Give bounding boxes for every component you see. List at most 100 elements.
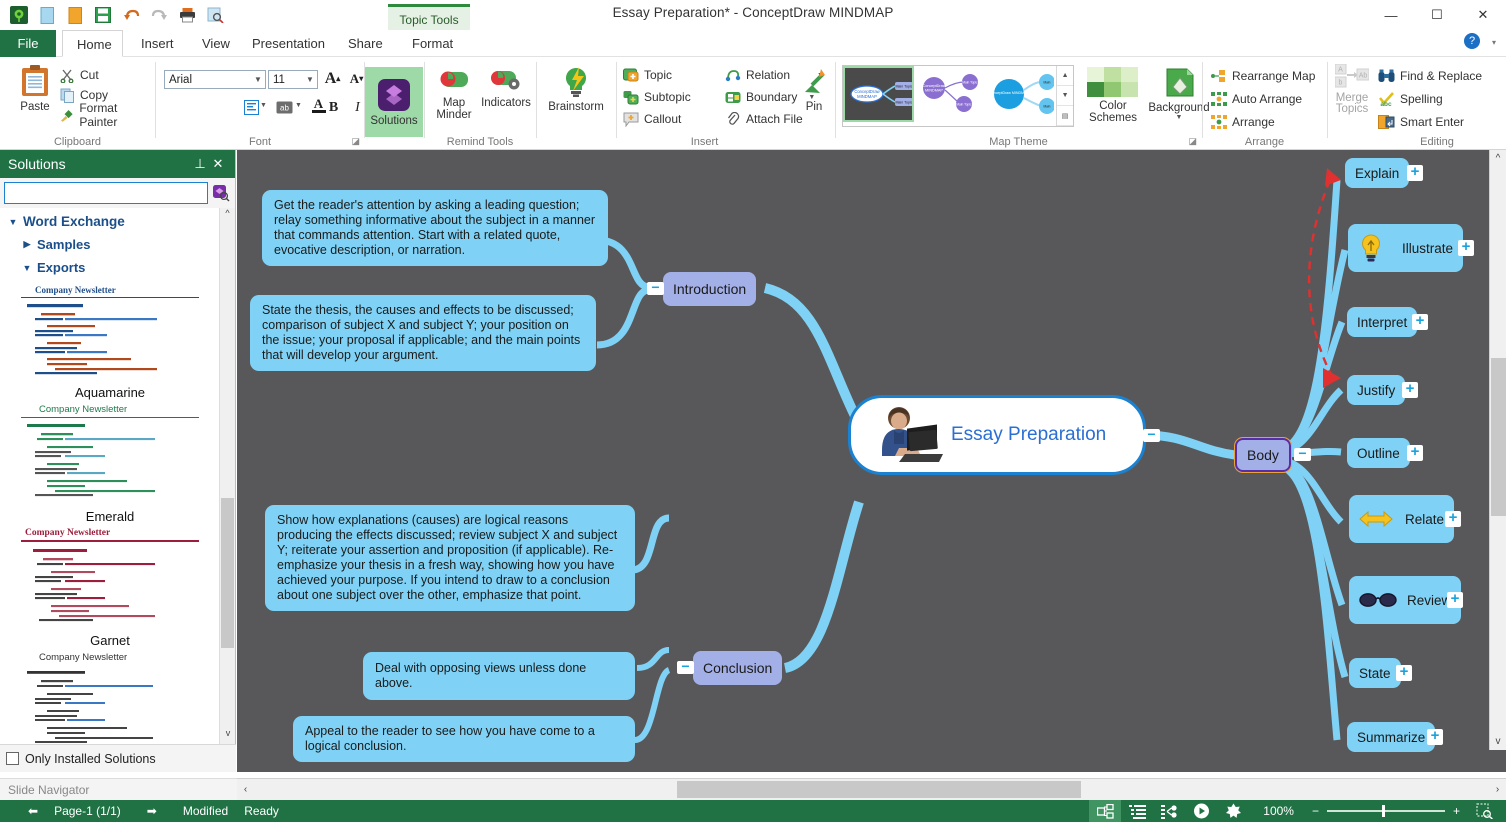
spelling-button[interactable]: abc Spelling [1378, 87, 1482, 110]
subtopic-illustrate[interactable]: Illustrate [1348, 224, 1464, 272]
insert-callout-button[interactable]: Callout [623, 108, 691, 130]
canvas-scroll-right[interactable]: › [1489, 779, 1506, 800]
map-theme-spinner[interactable]: ▲ ▼ ▤ [1056, 66, 1074, 126]
merge-topics-button[interactable]: Ab Ab Merge Topics [1330, 64, 1374, 115]
tab-presentation[interactable]: Presentation [238, 30, 339, 57]
callout-conclusion-1[interactable]: Show how explanations (causes) are logic… [265, 505, 635, 611]
help-icon[interactable]: ? [1464, 33, 1480, 49]
scroll-thumb[interactable] [221, 498, 234, 648]
subtopic-interpret[interactable]: Interpret [1347, 307, 1418, 337]
chevron-down-icon[interactable]: ▾ [1492, 38, 1496, 47]
font-family-combo[interactable]: Arial ▼ [164, 70, 266, 89]
expand-state[interactable]: + [1396, 664, 1412, 681]
callout-conclusion-2[interactable]: Deal with opposing views unless done abo… [363, 652, 635, 700]
font-size-combo[interactable]: 11 ▼ [268, 70, 318, 89]
rearrange-map-button[interactable]: Rearrange Map [1211, 64, 1315, 87]
tab-file[interactable]: File [0, 30, 56, 57]
tree-node-samples[interactable]: ▶ Samples [22, 237, 220, 252]
find-replace-button[interactable]: Find & Replace [1378, 64, 1482, 87]
collapse-conclusion[interactable]: − [677, 659, 694, 674]
tab-share[interactable]: Share [334, 30, 397, 57]
zoom-in-button[interactable]: + [1445, 800, 1468, 822]
scroll-up-arrow[interactable]: ^ [220, 208, 235, 224]
export-preview-emerald[interactable]: Company Newsletter Emerald [21, 404, 199, 524]
pin-button[interactable]: Pin [795, 66, 833, 113]
paste-button[interactable]: Paste [10, 64, 60, 113]
export-preview-aquamarine[interactable]: Company Newsletter Aquamarine [21, 285, 199, 400]
chevron-down-icon[interactable]: ▼ [260, 102, 267, 109]
zoom-slider[interactable]: − + [1304, 800, 1468, 822]
chevron-down-icon[interactable]: ▼ [8, 217, 18, 227]
scroll-down-arrow[interactable]: v [220, 728, 236, 744]
theme-thumb-dark[interactable]: ConceptDraw MINDMAP Main Topic Main Topic [842, 66, 915, 122]
topic-introduction[interactable]: Introduction [663, 272, 757, 306]
chevron-down-icon[interactable]: ▼ [295, 102, 302, 109]
fit-page-button[interactable] [1468, 800, 1500, 822]
chevron-down-icon[interactable]: ▼ [1176, 114, 1183, 121]
tab-home[interactable]: Home [62, 30, 123, 57]
theme-scroll-down[interactable]: ▼ [1057, 86, 1074, 106]
callout-conclusion-3[interactable]: Appeal to the reader to see how you have… [293, 716, 635, 762]
zoom-handle[interactable] [1381, 805, 1385, 817]
font-color-button[interactable]: A [308, 95, 329, 116]
cut-button[interactable]: Cut [60, 65, 155, 85]
brainstorm-button[interactable]: Brainstorm [541, 66, 611, 113]
only-installed-solutions-row[interactable]: Only Installed Solutions [0, 744, 236, 772]
canvas-scroll-down[interactable]: v [1490, 733, 1506, 750]
format-painter-button[interactable]: Format Painter [60, 101, 155, 129]
close-button[interactable]: ✕ [1460, 0, 1506, 30]
tab-format[interactable]: Format [398, 30, 467, 57]
expand-summarize[interactable]: + [1427, 728, 1443, 745]
collapse-body[interactable]: − [1294, 446, 1311, 461]
canvas-v-scroll-thumb[interactable] [1491, 358, 1506, 516]
tree-node-word-exchange[interactable]: ▼ Word Exchange [8, 214, 220, 229]
chevron-down-icon[interactable]: ▼ [251, 75, 265, 84]
arrange-button[interactable]: Arrange [1211, 110, 1315, 133]
zoom-track[interactable] [1326, 805, 1445, 817]
subtopic-justify[interactable]: Justify [1347, 375, 1406, 405]
background-button[interactable]: Background ▼ [1148, 67, 1210, 121]
insert-subtopic-button[interactable]: Subtopic [623, 86, 691, 108]
tab-view[interactable]: View [188, 30, 244, 57]
central-topic[interactable]: Essay Preparation [848, 395, 1146, 475]
expand-interpret[interactable]: + [1412, 313, 1428, 330]
view-outline-button[interactable] [1121, 800, 1153, 822]
export-preview-plain[interactable]: Company Newsletter [21, 652, 199, 744]
callout-introduction-2[interactable]: State the thesis, the causes and effects… [250, 295, 596, 371]
mindmap-canvas[interactable]: Get the reader's attention by asking a l… [237, 150, 1506, 772]
theme-show-more[interactable]: ▤ [1057, 106, 1074, 126]
canvas-scroll-up[interactable]: ^ [1490, 150, 1506, 167]
canvas-vertical-scrollbar[interactable]: ^ v [1489, 150, 1506, 750]
chevron-down-icon[interactable]: ▼ [303, 75, 317, 84]
collapse-introduction[interactable]: − [647, 280, 664, 295]
prev-page-button[interactable]: ⬅ [0, 800, 46, 822]
solutions-button[interactable]: Solutions [365, 67, 423, 137]
canvas-scroll-left[interactable]: ‹ [237, 779, 254, 800]
insert-topic-button[interactable]: Topic [623, 64, 691, 86]
topic-body[interactable]: Body [1234, 437, 1292, 473]
canvas-h-scroll-thumb[interactable] [677, 781, 1081, 798]
topic-conclusion[interactable]: Conclusion [693, 651, 783, 685]
close-icon[interactable]: ✕ [209, 156, 227, 172]
align-button[interactable] [241, 97, 262, 118]
view-mindmap-button[interactable] [1089, 800, 1122, 822]
subtopic-summarize[interactable]: Summarize [1347, 722, 1436, 752]
expand-illustrate[interactable]: + [1458, 239, 1474, 256]
slide-navigator[interactable]: Slide Navigator [0, 778, 237, 800]
theme-thumb-blue[interactable]: ConceptDraw MINDMAP Main Main [987, 68, 1055, 120]
tree-node-exports[interactable]: ▼ Exports [22, 260, 220, 275]
search-input[interactable] [4, 182, 208, 204]
view-presentation-button[interactable] [1185, 800, 1217, 822]
next-page-button[interactable]: ➡ [129, 800, 165, 822]
collapse-central[interactable]: − [1143, 427, 1160, 442]
expand-explain[interactable]: + [1407, 164, 1423, 181]
only-installed-checkbox[interactable] [6, 752, 19, 765]
view-tree-button[interactable] [1153, 800, 1185, 822]
subtopic-explain[interactable]: Explain [1345, 158, 1410, 188]
map-theme-gallery[interactable]: ConceptDraw MINDMAP Main Topic Main Topic C… [842, 65, 1074, 127]
map-theme-dialog-launcher[interactable]: ◪ [1188, 136, 1197, 147]
smart-enter-button[interactable]: Smart Enter [1378, 110, 1482, 133]
view-brainstorm-button[interactable] [1217, 800, 1249, 822]
maximize-button[interactable]: ☐ [1414, 0, 1460, 30]
solutions-search-icon[interactable] [211, 183, 231, 203]
